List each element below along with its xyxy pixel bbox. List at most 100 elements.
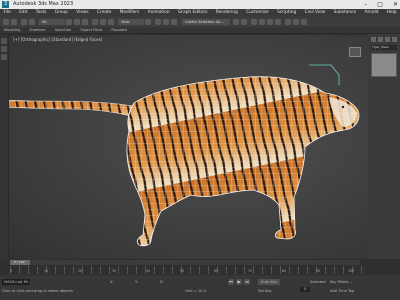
viewport-perspective[interactable]: [+] [Orthographic] [Standard] [Edged Fac… — [8, 34, 370, 261]
render-setup-icon[interactable] — [285, 19, 291, 25]
scale-icon[interactable] — [108, 19, 114, 25]
region-select-icon[interactable] — [82, 19, 88, 25]
menu-modifiers[interactable]: Modifiers — [116, 9, 143, 17]
material-editor-icon[interactable] — [275, 19, 281, 25]
left-tool-strip — [0, 34, 8, 259]
maximize-button[interactable]: □ — [377, 0, 383, 9]
set-key-button[interactable]: Set Key — [258, 288, 272, 294]
menu-tools[interactable]: Tools — [32, 9, 50, 17]
link-icon[interactable] — [21, 19, 27, 25]
menu-civil-view[interactable]: Civil View — [301, 9, 329, 17]
coord-z: Z: — [160, 279, 182, 285]
coord-x: X: — [110, 279, 132, 285]
grid-size-label: Grid = 10.0 — [185, 289, 206, 293]
select-icon[interactable] — [66, 19, 72, 25]
layer-explorer-icon[interactable] — [251, 19, 257, 25]
title-bar: 3 Autodesk 3ds Max 2023 – □ ✕ — [0, 0, 400, 9]
scene-explorer-icon[interactable] — [1, 38, 7, 44]
menu-file[interactable]: File — [0, 9, 14, 17]
close-button[interactable]: ✕ — [393, 0, 398, 9]
coord-y: Y: — [135, 279, 156, 285]
schematic-view-icon[interactable] — [267, 19, 273, 25]
menu-views[interactable]: Views — [73, 9, 92, 17]
selected-dropdown[interactable]: Selected — [310, 279, 326, 285]
tick-label: 60 — [214, 269, 219, 273]
go-to-end-icon[interactable]: ⏭ — [244, 279, 250, 285]
coord-z-label: Z: — [160, 280, 164, 284]
add-time-tag[interactable]: Add Time Tag — [330, 288, 354, 294]
ribbon-tabs: Modeling Freeform Selection Object Paint… — [0, 27, 400, 33]
menu-substance[interactable]: Substance — [330, 9, 359, 17]
render-icon[interactable] — [301, 19, 307, 25]
current-frame-field[interactable]: 0 — [300, 287, 310, 292]
undo-icon[interactable] — [3, 19, 9, 25]
menu-help[interactable]: Help — [383, 9, 400, 17]
menu-arnold[interactable]: Arnold — [361, 9, 382, 17]
mirror-icon[interactable] — [233, 19, 239, 25]
status-bar: MAXScript Mi... Click or click-and-drag … — [0, 275, 400, 300]
tick-label: 0 — [10, 269, 13, 273]
snap-icon[interactable] — [155, 19, 161, 25]
object-color-swatch[interactable] — [371, 53, 397, 77]
menu-edit[interactable]: Edit — [16, 9, 31, 17]
hierarchy-tab-icon[interactable] — [385, 37, 390, 42]
tick-label: 20 — [78, 269, 83, 273]
time-slider[interactable]: 0 / 100 — [10, 260, 360, 265]
menu-rendering[interactable]: Rendering — [212, 9, 241, 17]
status-prompt: Click or click-and-drag to select object… — [2, 289, 73, 293]
minimize-button[interactable]: – — [364, 0, 367, 9]
move-icon[interactable] — [92, 19, 98, 25]
tick-label: 70 — [248, 269, 253, 273]
app-logo-icon: 3 — [2, 1, 9, 8]
create-tab-icon[interactable] — [371, 37, 376, 42]
tick-label: 100 — [348, 269, 355, 273]
menu-bar: File Edit Tools Group Views Create Modif… — [0, 9, 400, 17]
tab-populate[interactable]: Populate — [107, 27, 131, 33]
menu-animation[interactable]: Animation — [144, 9, 173, 17]
tiger-model[interactable] — [9, 35, 369, 260]
layer-icon[interactable] — [1, 46, 7, 52]
menu-scripting[interactable]: Scripting — [274, 9, 300, 17]
auto-key-button[interactable]: Auto Key — [258, 279, 281, 285]
menu-customize[interactable]: Customize — [243, 9, 273, 17]
tab-freeform[interactable]: Freeform — [26, 27, 50, 33]
motion-tab-icon[interactable] — [392, 37, 397, 42]
time-slider-handle[interactable]: 0 / 100 — [10, 260, 30, 265]
angle-snap-icon[interactable] — [163, 19, 169, 25]
tick-label: 10 — [44, 269, 49, 273]
rotate-icon[interactable] — [100, 19, 106, 25]
curve-editor-icon[interactable] — [259, 19, 265, 25]
reference-coord-dropdown[interactable]: View — [118, 19, 144, 25]
percent-snap-icon[interactable] — [171, 19, 177, 25]
align-icon[interactable] — [241, 19, 247, 25]
time-slider-text: 0 / 100 — [14, 260, 25, 264]
coord-x-label: X: — [110, 280, 114, 284]
window-controls: – □ ✕ — [364, 0, 398, 9]
tab-modeling[interactable]: Modeling — [0, 27, 24, 33]
tick-label: 40 — [146, 269, 151, 273]
tab-object-paint[interactable]: Object Paint — [76, 27, 106, 33]
modify-tab-icon[interactable] — [378, 37, 383, 42]
redo-icon[interactable] — [11, 19, 17, 25]
window-title: Autodesk 3ds Max 2023 — [13, 1, 74, 7]
selection-filter-dropdown[interactable]: All — [39, 19, 65, 25]
tick-label: 30 — [112, 269, 117, 273]
tab-selection[interactable]: Selection — [51, 27, 76, 33]
render-frame-icon[interactable] — [293, 19, 299, 25]
named-selection-set-field[interactable]: Create Selection Se... — [182, 19, 230, 25]
unlink-icon[interactable] — [29, 19, 35, 25]
play-icon[interactable]: ▶ — [236, 279, 242, 285]
maxscript-listener-field[interactable]: MAXScript Mi... — [2, 279, 30, 285]
selection-bracket-icon — [309, 64, 340, 85]
key-filters-button[interactable]: Key Filters... — [330, 279, 352, 285]
menu-create[interactable]: Create — [94, 9, 115, 17]
object-name-field[interactable]: Tiger_Mesh — [371, 45, 397, 50]
pivot-icon[interactable] — [145, 19, 151, 25]
menu-graph-editors[interactable]: Graph Editors — [174, 9, 211, 17]
menu-group[interactable]: Group — [51, 9, 71, 17]
select-by-name-icon[interactable] — [74, 19, 80, 25]
tick-label: 50 — [180, 269, 185, 273]
coord-y-label: Y: — [135, 280, 138, 284]
display-icon[interactable] — [1, 54, 7, 60]
go-to-start-icon[interactable]: ⏮ — [228, 279, 234, 285]
